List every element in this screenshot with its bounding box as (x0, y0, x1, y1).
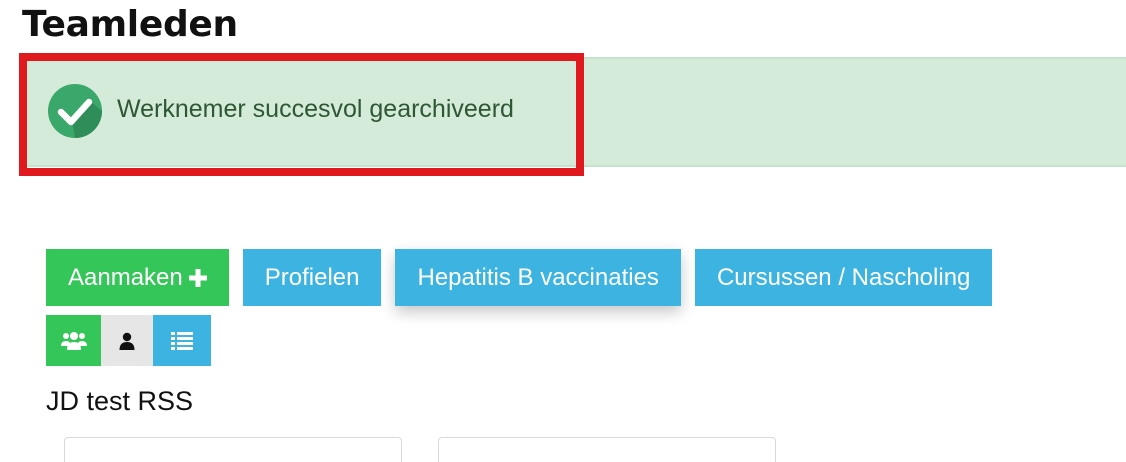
user-icon (119, 332, 135, 350)
hepatitis-b-vaccinations-button[interactable]: Hepatitis B vaccinaties (395, 249, 681, 306)
users-group-icon (60, 331, 87, 350)
highlight-box (19, 53, 584, 176)
team-member-card[interactable] (438, 437, 776, 462)
page: Teamleden Werknemer succesvol gearchivee… (0, 0, 1126, 462)
team-view-button[interactable] (46, 315, 101, 366)
profiles-button[interactable]: Profielen (242, 249, 382, 306)
create-button-label: Aanmaken (68, 263, 183, 291)
list-view-button[interactable] (153, 315, 211, 366)
team-member-card[interactable] (64, 437, 402, 462)
list-icon (171, 331, 193, 350)
plus-icon (188, 268, 207, 287)
courses-button[interactable]: Cursussen / Nascholing (694, 249, 993, 306)
section-title: JD test RSS (46, 386, 194, 416)
view-toggle (46, 315, 211, 366)
page-title: Teamleden (22, 4, 238, 45)
create-button[interactable]: Aanmaken (46, 249, 229, 306)
single-user-view-button[interactable] (101, 315, 153, 366)
toolbar: Aanmaken Profielen Hepatitis B vaccinati… (46, 249, 993, 306)
